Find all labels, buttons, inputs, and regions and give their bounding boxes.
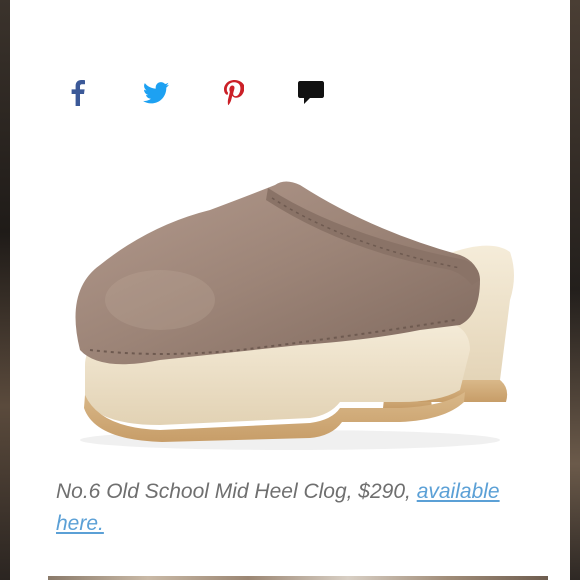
comment-icon — [298, 81, 324, 104]
background-right-edge — [570, 0, 580, 580]
pinterest-icon — [224, 80, 244, 106]
twitter-share-button[interactable] — [140, 78, 172, 108]
facebook-icon — [71, 80, 85, 106]
post-card: No.6 Old School Mid Heel Clog, $290, ava… — [10, 0, 570, 580]
share-bar — [10, 78, 570, 108]
next-image-strip — [48, 576, 548, 580]
comment-share-button[interactable] — [295, 78, 327, 108]
clog-shoe-image — [75, 181, 514, 450]
caption-text: No.6 Old School Mid Heel Clog, $290, — [56, 480, 417, 503]
pinterest-share-button[interactable] — [218, 78, 250, 108]
background-left-edge — [0, 0, 10, 580]
twitter-icon — [143, 82, 169, 104]
facebook-share-button[interactable] — [62, 78, 94, 108]
product-caption: No.6 Old School Mid Heel Clog, $290, ava… — [56, 476, 536, 540]
